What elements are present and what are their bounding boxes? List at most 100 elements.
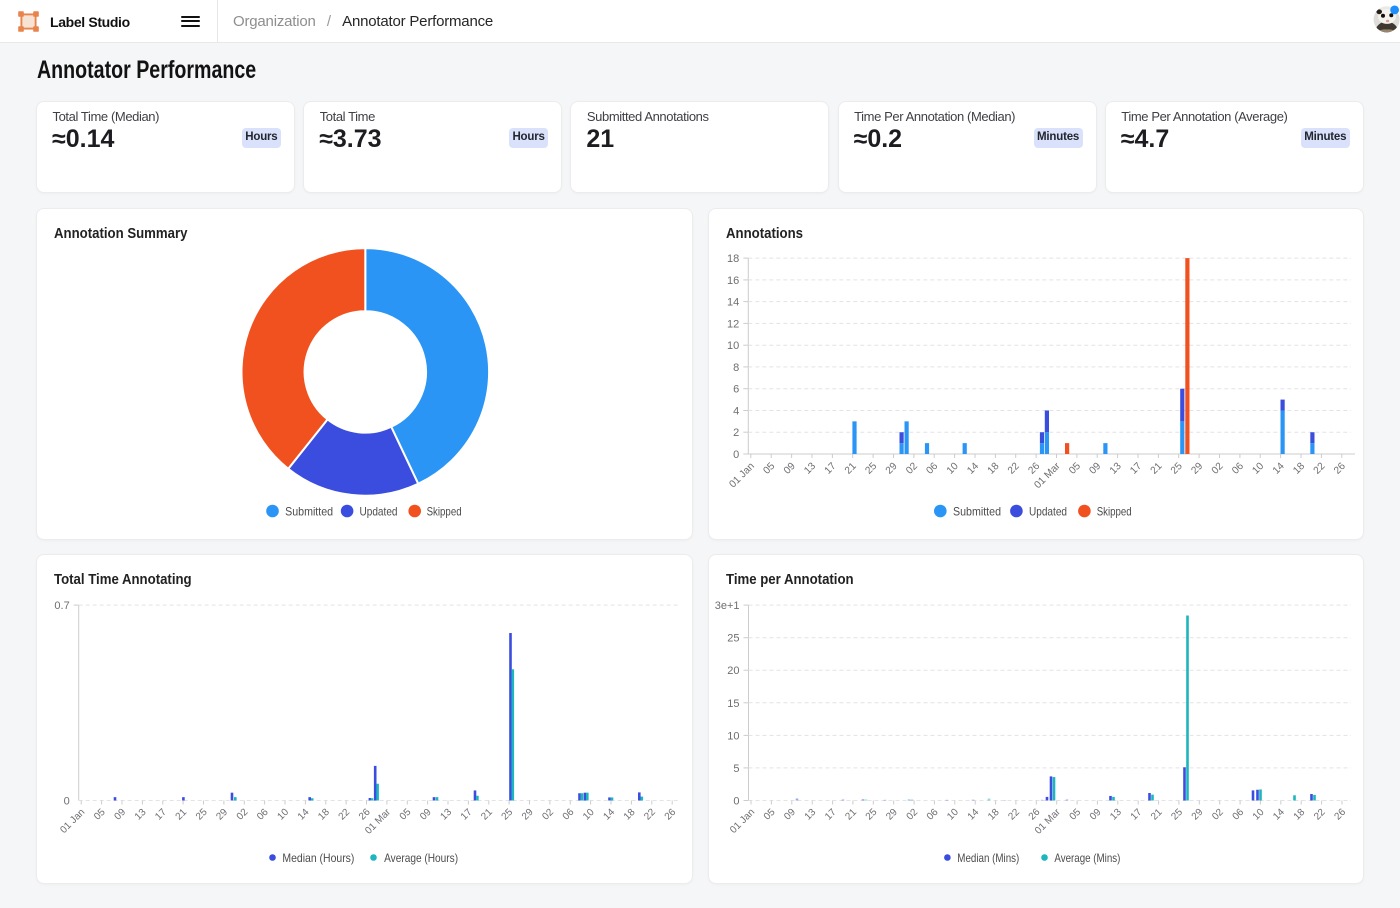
svg-text:10: 10 [1251,461,1267,477]
svg-text:18: 18 [986,807,1002,823]
svg-text:05: 05 [762,807,778,823]
svg-text:22: 22 [337,807,353,823]
svg-text:8: 8 [733,362,739,374]
svg-text:17: 17 [823,461,839,477]
svg-text:21: 21 [1149,807,1165,823]
svg-text:25: 25 [863,461,879,477]
svg-text:12: 12 [727,318,739,330]
svg-text:06: 06 [561,807,577,823]
svg-text:06: 06 [1230,461,1246,477]
svg-text:02: 02 [540,807,556,823]
svg-text:09: 09 [782,461,798,477]
svg-text:5: 5 [733,763,739,775]
svg-text:13: 13 [1108,807,1124,823]
svg-text:21: 21 [1149,461,1165,477]
svg-text:06: 06 [255,807,271,823]
svg-text:05: 05 [1067,461,1083,477]
svg-text:17: 17 [153,807,169,823]
svg-text:26: 26 [357,807,373,823]
svg-text:13: 13 [802,461,818,477]
svg-text:09: 09 [1088,807,1104,823]
svg-text:02: 02 [1210,807,1226,823]
svg-text:21: 21 [843,461,859,477]
svg-text:Submitted: Submitted [953,504,1001,518]
svg-text:10: 10 [945,461,961,477]
svg-text:26: 26 [663,807,679,823]
svg-text:18: 18 [1292,807,1308,823]
svg-text:01 Jan: 01 Jan [728,807,757,836]
svg-text:21: 21 [174,807,190,823]
svg-text:22: 22 [1006,461,1022,477]
svg-text:10: 10 [727,730,739,742]
svg-text:Median (Hours): Median (Hours) [282,851,354,865]
svg-text:22: 22 [642,807,658,823]
svg-text:10: 10 [1251,807,1267,823]
svg-text:02: 02 [235,807,251,823]
svg-text:10: 10 [945,807,961,823]
svg-text:02: 02 [1210,461,1226,477]
svg-text:14: 14 [966,807,982,823]
svg-text:3e+1: 3e+1 [715,600,740,612]
svg-text:09: 09 [418,807,434,823]
svg-text:18: 18 [622,807,638,823]
svg-text:18: 18 [316,807,332,823]
svg-text:25: 25 [500,807,516,823]
svg-text:26: 26 [1332,807,1348,823]
svg-text:14: 14 [1271,807,1287,823]
svg-text:15: 15 [727,698,739,710]
svg-text:13: 13 [803,807,819,823]
svg-text:14: 14 [965,461,981,477]
svg-text:4: 4 [733,406,739,418]
svg-text:14: 14 [601,807,617,823]
svg-text:29: 29 [214,807,230,823]
svg-text:20: 20 [727,665,739,677]
svg-text:05: 05 [92,807,108,823]
svg-text:Updated: Updated [360,504,398,518]
svg-text:06: 06 [925,807,941,823]
svg-text:14: 14 [727,297,739,309]
svg-text:2: 2 [733,427,739,439]
svg-text:10: 10 [581,807,597,823]
svg-text:0: 0 [733,449,739,461]
svg-text:02: 02 [904,461,920,477]
svg-text:18: 18 [727,253,739,265]
svg-text:17: 17 [1129,807,1145,823]
svg-text:09: 09 [782,807,798,823]
svg-text:06: 06 [1231,807,1247,823]
svg-text:05: 05 [762,461,778,477]
svg-text:25: 25 [1169,461,1185,477]
svg-text:26: 26 [1332,461,1348,477]
svg-text:0: 0 [733,796,739,808]
svg-text:01 Jan: 01 Jan [728,461,757,490]
svg-text:21: 21 [479,807,495,823]
svg-text:14: 14 [296,807,312,823]
svg-text:Skipped: Skipped [1097,504,1132,518]
svg-text:26: 26 [1026,461,1042,477]
svg-text:05: 05 [398,807,414,823]
svg-text:29: 29 [1189,461,1205,477]
svg-text:18: 18 [1291,461,1307,477]
svg-text:21: 21 [843,807,859,823]
svg-text:22: 22 [1312,807,1328,823]
svg-text:29: 29 [520,807,536,823]
svg-text:Average (Hours): Average (Hours) [384,851,458,865]
svg-text:25: 25 [1169,807,1185,823]
svg-text:02: 02 [905,807,921,823]
svg-text:0: 0 [64,796,70,808]
svg-text:6: 6 [733,384,739,396]
svg-text:22: 22 [1006,807,1022,823]
svg-text:25: 25 [864,807,880,823]
svg-text:14: 14 [1271,461,1287,477]
svg-text:10: 10 [275,807,291,823]
svg-text:Updated: Updated [1029,504,1067,518]
svg-text:01 Jan: 01 Jan [58,807,87,836]
svg-text:22: 22 [1312,461,1328,477]
svg-text:13: 13 [1108,461,1124,477]
svg-text:Median (Mins): Median (Mins) [957,851,1019,865]
svg-text:13: 13 [133,807,149,823]
svg-text:29: 29 [884,807,900,823]
svg-text:16: 16 [727,275,739,287]
svg-text:25: 25 [194,807,210,823]
svg-text:09: 09 [112,807,128,823]
svg-text:17: 17 [823,807,839,823]
